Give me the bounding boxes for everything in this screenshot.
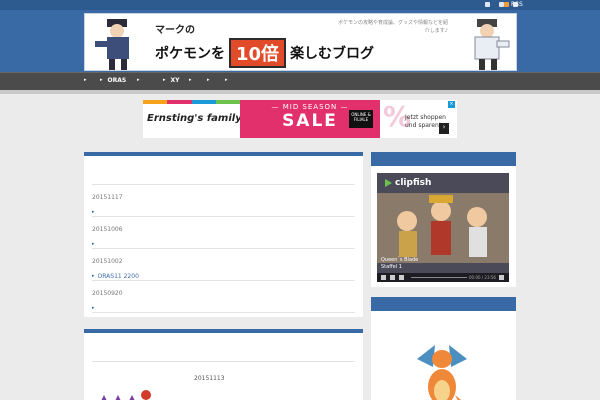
sidebar-video-widget: clipfish Queen`s Blade Staffel 1 00:00 /… xyxy=(371,152,516,287)
post-date: 20151002 xyxy=(92,258,123,265)
volume-icon[interactable] xyxy=(399,275,404,280)
post-title[interactable]: ▸ xyxy=(92,241,123,247)
post-thumbnail[interactable] xyxy=(94,385,154,400)
nav-item-xy[interactable]: ▸ XY xyxy=(163,77,180,84)
nav-arrow-icon: ▸ xyxy=(163,77,166,83)
nav-label: XY xyxy=(170,77,180,84)
nav-label: ORAS xyxy=(107,77,127,84)
banner-text-right: 楽しむブログ xyxy=(290,46,375,62)
rss-label: RSS xyxy=(511,1,523,8)
video-caption: Queen`s Blade Staffel 1 xyxy=(381,257,419,270)
nav-arrow-icon: ▸ xyxy=(189,77,192,83)
nav-arrow-icon: ▸ xyxy=(137,77,140,83)
ad-close-icon[interactable]: × xyxy=(448,101,455,108)
banner-text-left: ポケモンを xyxy=(155,46,225,62)
nav-arrow-icon: ▸ xyxy=(100,77,103,83)
nav-item-5[interactable]: ▸ xyxy=(189,77,197,83)
divider xyxy=(92,280,355,281)
post-item[interactable]: 20151117 ▸ xyxy=(92,194,123,215)
ad-brand-logo: Ernsting's family xyxy=(147,113,242,124)
arrow-icon: ▸ xyxy=(92,209,95,215)
video-progress-track[interactable] xyxy=(411,277,467,278)
post-date: 20151006 xyxy=(92,226,123,233)
site-banner[interactable]: マークの ポケモンを 10倍 楽しむブログ ポケモンの攻略や育成論、グッズや情報… xyxy=(84,13,517,71)
nav-item-oras[interactable]: ▸ ORAS xyxy=(100,77,126,84)
nav-underline xyxy=(0,90,600,94)
banner-main-title: ポケモンを 10倍 楽しむブログ xyxy=(155,38,374,68)
rss-icon xyxy=(504,2,509,7)
post-item[interactable]: 20150920 ▸ xyxy=(92,290,123,311)
post-date: 20150920 xyxy=(92,290,123,297)
nav-arrow-icon: ▸ xyxy=(84,77,87,83)
banner-subtitle: ポケモンの攻略や育成論、グッズや情報などを紹介します♪ xyxy=(338,20,449,34)
trainer-left-illustration xyxy=(95,19,129,70)
main-nav: ▸ ▸ ORAS ▸ ▸ XY ▸ ▸ ▸ xyxy=(0,72,600,90)
nav-item-1[interactable]: ▸ xyxy=(84,77,92,83)
rss-link[interactable]: RSS xyxy=(504,1,523,8)
divider xyxy=(92,184,355,185)
arrow-icon: ▸ xyxy=(92,241,95,247)
play-icon[interactable] xyxy=(390,275,395,280)
play-triangle-icon xyxy=(385,179,392,187)
video-controls: 00:00 / 23:56 xyxy=(377,273,509,282)
video-player[interactable]: clipfish Queen`s Blade Staffel 1 00:00 /… xyxy=(377,173,509,282)
user-icon[interactable] xyxy=(485,2,490,7)
post-date: 20151117 xyxy=(92,194,123,201)
recent-posts-card: 20151117 ▸ 20151006 ▸ 20151002 ▸ ORAS11 2… xyxy=(84,152,363,317)
video-time: 00:00 / 23:56 xyxy=(469,275,496,280)
banner-small-title: マークの xyxy=(155,25,195,36)
arrow-icon: ▸ xyxy=(92,273,95,279)
banner-text-ten: 10倍 xyxy=(229,38,287,68)
trainer-right-illustration xyxy=(474,19,510,70)
nav-item-6[interactable]: ▸ xyxy=(207,77,215,83)
divider xyxy=(92,216,355,217)
sidebar-image-widget xyxy=(371,297,516,400)
video-brand-text: clipfish xyxy=(395,178,432,188)
divider xyxy=(92,248,355,249)
skip-back-icon[interactable] xyxy=(381,275,386,280)
clipfish-logo: clipfish xyxy=(385,178,431,188)
charizard-illustration xyxy=(417,345,467,400)
post-item[interactable]: 20151002 ▸ ORAS11 2200 xyxy=(92,258,139,280)
nav-item-7[interactable]: ▸ xyxy=(225,77,228,83)
ad-color-stripe xyxy=(143,100,240,104)
fullscreen-icon[interactable] xyxy=(499,275,504,280)
ad-go-button[interactable]: › xyxy=(439,123,449,134)
featured-post-date: 20151113 xyxy=(194,375,225,382)
post-title[interactable]: ▸ xyxy=(92,209,123,215)
post-title[interactable]: ▸ xyxy=(92,305,123,311)
post-title-text: ORAS11 2200 xyxy=(97,273,139,280)
divider xyxy=(92,361,355,362)
ad-badge: ONLINE & FILIALE xyxy=(349,110,373,128)
nav-arrow-icon: ▸ xyxy=(207,77,210,83)
arrow-icon: ▸ xyxy=(92,305,95,311)
ad-cta-text: Jetzt shoppen und sparen! xyxy=(405,114,446,129)
featured-post-card: 20151113 xyxy=(84,329,363,400)
nav-arrow-icon: ▸ xyxy=(225,77,228,83)
top-bar: RSS xyxy=(0,0,600,10)
post-title[interactable]: ▸ ORAS11 2200 xyxy=(92,273,139,280)
divider xyxy=(92,312,355,313)
ad-banner[interactable]: Ernsting's family — MID SEASON — SALE ON… xyxy=(143,100,457,138)
post-item[interactable]: 20151006 ▸ xyxy=(92,226,123,247)
nav-item-3[interactable]: ▸ xyxy=(137,77,145,83)
